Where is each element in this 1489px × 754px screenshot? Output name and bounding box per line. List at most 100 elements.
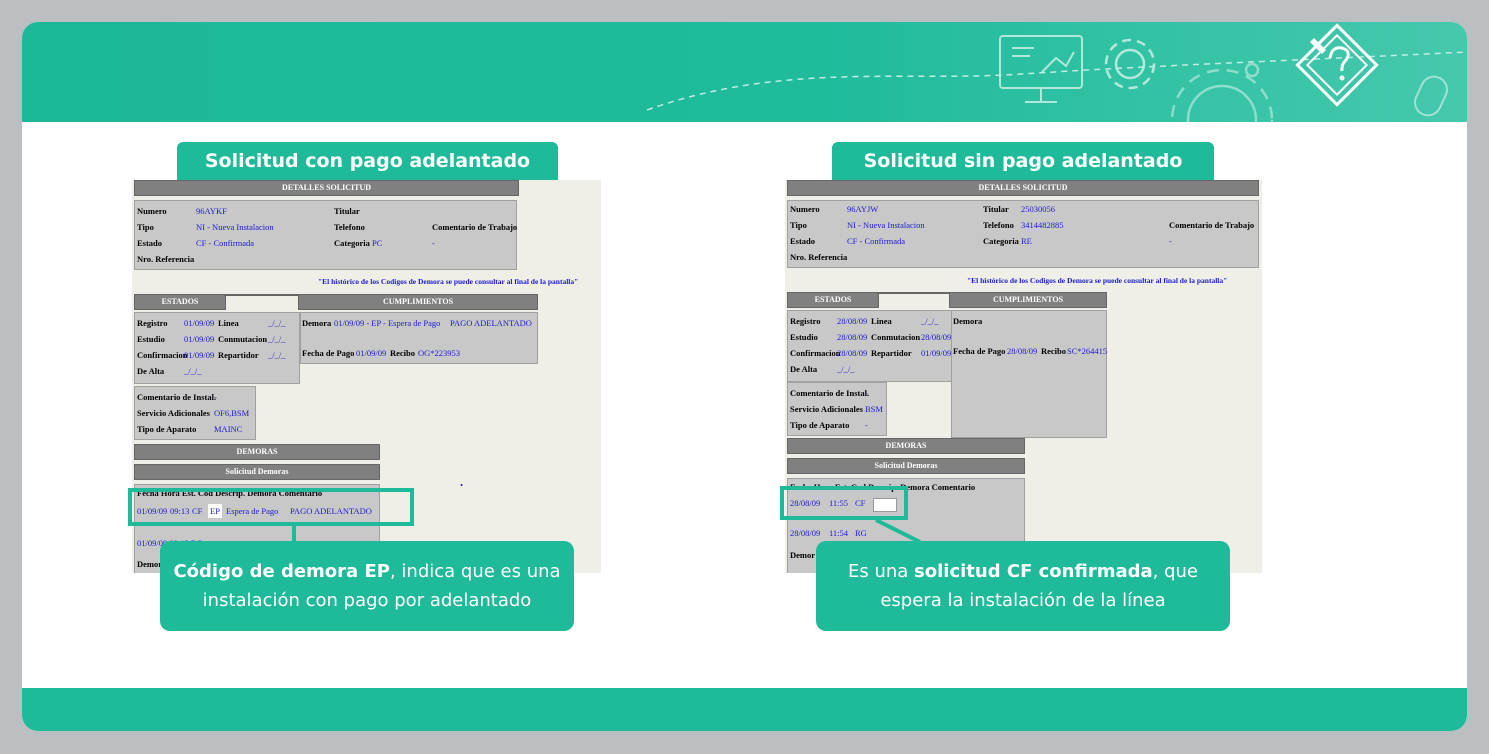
estados-header: ESTADOS xyxy=(134,294,226,310)
estado-value: CF - Confirmada xyxy=(196,238,255,248)
comentario-instal-label: Comentario de Instal. xyxy=(137,392,217,402)
mouse-icon xyxy=(1414,75,1448,117)
tipo-value: NI - Nueva Instalacion xyxy=(196,222,274,232)
right-callout-bold: solicitud CF confirmada xyxy=(914,561,1153,582)
nro-referencia-label: Nro. Referencia xyxy=(790,252,848,262)
estado-label: Estado xyxy=(790,236,816,246)
cumplimientos-header: CUMPLIMIENTOS xyxy=(298,294,538,310)
left-callout: Código de demora EP, indica que es una i… xyxy=(160,541,574,631)
registro-value: 01/09/09 xyxy=(184,318,215,328)
comentario-trabajo-label: Comentario de Trabajo xyxy=(432,222,518,232)
demora-value: 01/09/09 - EP - Espera de Pago xyxy=(334,318,441,328)
repartidor-value: 01/09/09 xyxy=(921,348,952,358)
repartidor-label: Repartidor xyxy=(871,348,912,358)
large-gear-icon xyxy=(1170,62,1274,122)
conmutacion-value: 28/08/09 xyxy=(921,332,952,342)
linea-value: _/_/_ xyxy=(268,318,286,328)
registro-value: 28/08/09 xyxy=(837,316,868,326)
comentario-instal-label: Comentario de Instal. xyxy=(790,388,870,398)
nro-referencia-label: Nro. Referencia xyxy=(137,254,195,264)
confirmacion-value: 01/09/09 xyxy=(184,350,215,360)
de-alta-value: _/_/_ xyxy=(184,366,202,376)
solicitud-demoras-header: Solicitud Demoras xyxy=(787,458,1025,474)
titular-label: Titular xyxy=(983,204,1009,214)
categoria-label: Categoria xyxy=(983,236,1019,246)
estado-label: Estado xyxy=(137,238,163,248)
repartidor-value: _/_/_ xyxy=(268,350,286,360)
estados-header-filler xyxy=(224,294,298,296)
conmutacion-label: Conmutacion xyxy=(871,332,921,342)
recibo-value: SC*264415 xyxy=(1067,346,1108,356)
tipo-value: NI - Nueva Instalacion xyxy=(847,220,925,230)
footer-band xyxy=(22,688,1467,731)
highlight-cf-row xyxy=(780,486,908,520)
comentario-trabajo-value: - xyxy=(432,238,435,248)
highlight-ep-row xyxy=(128,488,414,526)
monitor-presentation-icon xyxy=(999,35,1083,103)
estado-value: CF - Confirmada xyxy=(847,236,906,246)
de-alta-value: _/_/_ xyxy=(837,364,855,374)
repartidor-label: Repartidor xyxy=(218,350,259,360)
demora-label: Demora xyxy=(302,318,332,328)
left-callout-bold: Código de demora EP xyxy=(173,561,390,582)
comentario-instal-value: - xyxy=(865,388,868,398)
tipo-aparato-value: MAINC xyxy=(214,424,243,434)
fecha-pago-value: 28/08/09 xyxy=(1007,346,1038,356)
tipo-label: Tipo xyxy=(790,220,807,230)
estudio-label: Estudio xyxy=(790,332,818,342)
registro-label: Registro xyxy=(137,318,168,328)
numero-value: 96AYJW xyxy=(847,204,879,214)
linea-value: _/_/_ xyxy=(921,316,939,326)
titular-label: Titular xyxy=(334,206,360,216)
cumplimientos-panel xyxy=(951,310,1107,438)
left-title: Solicitud con pago adelantado xyxy=(177,142,558,180)
recibo-value: OG*223953 xyxy=(418,348,461,358)
telefono-label: Telefono xyxy=(983,220,1014,230)
fecha-pago-value: 01/09/09 xyxy=(356,348,387,358)
fecha-pago-label: Fecha de Pago xyxy=(302,348,355,358)
detalles-header: DETALLES SOLICITUD xyxy=(134,180,519,196)
conmutacion-label: Conmutacion xyxy=(218,334,268,344)
header-decoration xyxy=(646,35,1467,122)
left-callout-text: Código de demora EP, indica que es una i… xyxy=(160,557,574,615)
tipo-aparato-label: Tipo de Aparato xyxy=(137,424,197,434)
telefono-value: 3414482885 xyxy=(1021,220,1064,230)
historico-note: "El histórico de los Codigos de Demora s… xyxy=(318,277,579,286)
confirmacion-label: Confirmacion xyxy=(137,350,188,360)
categoria-value: PC xyxy=(372,238,383,248)
demora-bottom-label: Demor xyxy=(790,550,816,560)
de-alta-label: De Alta xyxy=(137,366,165,376)
servicio-value: BSM xyxy=(865,404,883,414)
confirmacion-value: 28/08/09 xyxy=(837,348,868,358)
tipo-label: Tipo xyxy=(137,222,154,232)
estudio-value: 01/09/09 xyxy=(184,334,215,344)
registro-label: Registro xyxy=(790,316,821,326)
callout-connector xyxy=(292,526,296,542)
demoras-header: DEMORAS xyxy=(787,438,1025,454)
comentario-instal-value: - xyxy=(214,392,217,402)
row2-fecha: 28/08/09 xyxy=(790,528,821,538)
categoria-value: RE xyxy=(1021,236,1032,246)
recibo-label: Recibo xyxy=(390,348,416,358)
confirmacion-label: Confirmacion xyxy=(790,348,841,358)
linea-label: Linea xyxy=(218,318,239,328)
demora-label: Demora xyxy=(953,316,983,326)
servicio-label: Servicio Adicionales xyxy=(137,408,210,418)
demora-bottom-label: Demor xyxy=(137,559,163,569)
fecha-pago-label: Fecha de Pago xyxy=(953,346,1006,356)
historico-note: "El histórico de los Codigos de Demora s… xyxy=(967,276,1228,285)
demora-status: PAGO ADELANTADO xyxy=(450,318,532,328)
cumplimientos-header: CUMPLIMIENTOS xyxy=(949,292,1107,308)
dot: • xyxy=(460,480,463,490)
tipo-aparato-label: Tipo de Aparato xyxy=(790,420,850,430)
estudio-label: Estudio xyxy=(137,334,165,344)
titular-value: 25030056 xyxy=(1021,204,1055,214)
demoras-header: DEMORAS xyxy=(134,444,380,460)
estados-header-filler xyxy=(877,292,951,294)
de-alta-label: De Alta xyxy=(790,364,818,374)
tipo-aparato-value: - xyxy=(865,420,868,430)
numero-label: Numero xyxy=(790,204,820,214)
estudio-value: 28/08/09 xyxy=(837,332,868,342)
comentario-trabajo-label: Comentario de Trabajo xyxy=(1169,220,1255,230)
row2-est: RG xyxy=(855,528,867,538)
